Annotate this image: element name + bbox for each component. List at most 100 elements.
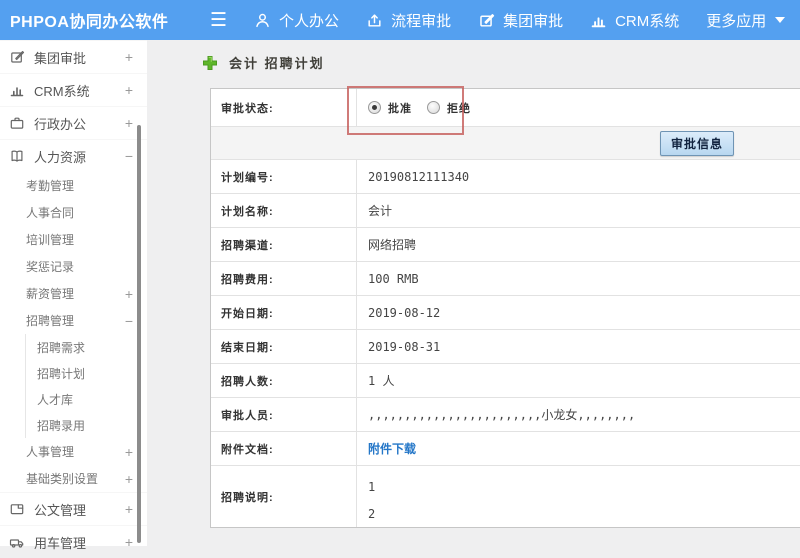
field-value: 100 RMB	[368, 271, 419, 286]
field-value: 20190812111340	[368, 169, 470, 184]
nav-label: 个人办公	[279, 12, 340, 30]
radio-approve[interactable]	[368, 101, 381, 114]
sidebar-item-label: 考勤管理	[26, 179, 75, 193]
sidebar-item-vehicle-mgmt[interactable]: 用车管理 +	[0, 525, 147, 558]
sidebar-scrollbar[interactable]	[137, 125, 141, 543]
page-header: 会计 招聘计划	[202, 53, 325, 72]
sidebar-item-label: 薪资管理	[26, 287, 75, 301]
sidebar-item-recruit-hire[interactable]: 招聘录用	[26, 412, 147, 438]
sidebar-item-training[interactable]: 培训管理	[0, 226, 147, 253]
nav-personal-office[interactable]: 个人办公	[254, 10, 339, 31]
field-value: 会计	[368, 204, 393, 218]
sidebar-item-rewards[interactable]: 奖惩记录	[0, 253, 147, 280]
table-row-end-date: 结束日期: 2019-08-31	[211, 330, 800, 364]
sidebar-item-label: 培训管理	[26, 233, 75, 247]
field-value: 网络招聘	[368, 238, 417, 252]
topbar: PHPOA协同办公软件 ☰ 个人办公 流程审批 集团审批 CRM系统 更多应用	[0, 0, 800, 40]
radio-reject[interactable]	[427, 101, 440, 114]
caret-down-icon	[775, 17, 786, 23]
sidebar-item-attendance[interactable]: 考勤管理	[0, 172, 147, 199]
edit-icon	[478, 12, 495, 29]
bar-chart-icon	[9, 82, 25, 98]
briefcase-icon	[9, 115, 25, 131]
approval-info-button[interactable]: 审批信息	[659, 130, 734, 156]
field-label: 附件文档:	[211, 432, 357, 465]
field-label: 计划名称:	[211, 194, 357, 227]
field-value: 2019-08-12	[368, 305, 441, 320]
attachment-download-link[interactable]: 附件下载	[368, 440, 416, 457]
sidebar-item-crm[interactable]: CRM系统 +	[0, 73, 147, 106]
collapse-icon[interactable]: −	[125, 148, 133, 164]
edit-square-icon	[9, 49, 25, 65]
sidebar-item-salary[interactable]: 薪资管理 +	[0, 280, 147, 307]
table-row-headcount: 招聘人数: 1 人	[211, 364, 800, 398]
page-title: 会计 招聘计划	[229, 56, 325, 71]
radio-reject-label: 拒绝	[447, 102, 471, 115]
expand-icon[interactable]: +	[125, 115, 133, 131]
field-label: 招聘费用:	[211, 262, 357, 295]
sidebar-item-admin-office[interactable]: 行政办公 +	[0, 106, 147, 139]
sidebar-item-hr-contract[interactable]: 人事合同	[0, 199, 147, 226]
approval-button-row: 审批信息	[211, 127, 800, 160]
nav-process-approval[interactable]: 流程审批	[366, 10, 451, 31]
sidebar-item-label: 用车管理	[34, 535, 87, 551]
sidebar-subgroup-recruit: 招聘需求 招聘计划 人才库 招聘录用	[25, 334, 147, 438]
field-value: ,,,,,,,,,,,,,,,,,,,,,,,,小龙女,,,,,,,,	[368, 408, 636, 422]
hamburger-menu-icon[interactable]: ☰	[210, 11, 227, 30]
expand-icon[interactable]: +	[125, 49, 133, 65]
sidebar-item-personnel-mgmt[interactable]: 人事管理 +	[0, 438, 147, 465]
process-icon	[366, 12, 383, 29]
document-icon	[9, 501, 25, 517]
sidebar-item-recruit-plan[interactable]: 招聘计划	[26, 360, 147, 386]
sidebar-item-base-category[interactable]: 基础类别设置 +	[0, 465, 147, 492]
field-label: 招聘说明:	[211, 466, 357, 527]
sidebar-item-talent-pool[interactable]: 人才库	[26, 386, 147, 412]
field-label: 招聘渠道:	[211, 228, 357, 261]
field-value: 1 人	[368, 374, 395, 388]
nav-group-approval[interactable]: 集团审批	[478, 10, 563, 31]
sidebar-item-label: 招聘计划	[37, 366, 86, 381]
user-icon	[254, 12, 271, 29]
nav-label: CRM系统	[615, 12, 680, 30]
bar-chart-icon	[590, 12, 607, 29]
radio-approve-label: 批准	[388, 102, 412, 115]
expand-icon[interactable]: +	[125, 82, 133, 98]
field-value: 1 2	[368, 480, 376, 521]
approval-status-row: 审批状态: 批准 拒绝	[211, 86, 800, 135]
sidebar-item-recruit-mgmt[interactable]: 招聘管理 −	[0, 307, 147, 334]
main-content: 会计 招聘计划 审批状态: 批准 拒绝 审批信息 计划编号: 201908121…	[147, 40, 800, 546]
expand-icon[interactable]: +	[125, 286, 133, 302]
nav-crm-system[interactable]: CRM系统	[590, 10, 679, 31]
table-row-description: 招聘说明: 1 2	[211, 466, 800, 527]
book-icon	[9, 148, 25, 164]
table-row-plan-name: 计划名称: 会计	[211, 194, 800, 228]
table-row-plan-number: 计划编号: 20190812111340	[211, 160, 800, 194]
nav-label: 流程审批	[391, 12, 452, 30]
sidebar-item-label: CRM系统	[34, 83, 90, 99]
sidebar-item-label: 招聘录用	[37, 418, 86, 433]
sidebar-item-label: 人才库	[37, 392, 74, 407]
sidebar-item-label: 奖惩记录	[26, 260, 75, 274]
sidebar-item-human-resources[interactable]: 人力资源 −	[0, 139, 147, 172]
expand-icon[interactable]: +	[125, 534, 133, 550]
sidebar-item-label: 人力资源	[34, 149, 87, 165]
expand-icon[interactable]: +	[125, 471, 133, 487]
sidebar-item-recruit-demand[interactable]: 招聘需求	[26, 334, 147, 360]
sidebar-item-label: 招聘管理	[26, 314, 75, 328]
nav-label: 集团审批	[503, 12, 564, 30]
collapse-icon[interactable]: −	[125, 313, 133, 329]
expand-icon[interactable]: +	[125, 501, 133, 517]
approval-options: 批准 拒绝	[357, 89, 800, 126]
field-label: 开始日期:	[211, 296, 357, 329]
field-label: 计划编号:	[211, 160, 357, 193]
field-label: 审批状态:	[211, 89, 357, 126]
nav-more-apps[interactable]: 更多应用	[706, 10, 786, 31]
field-label: 审批人员:	[211, 398, 357, 431]
table-row-attachment: 附件文档: 附件下载	[211, 432, 800, 466]
table-row-channel: 招聘渠道: 网络招聘	[211, 228, 800, 262]
sidebar-item-label: 行政办公	[34, 116, 87, 132]
sidebar-item-label: 招聘需求	[37, 340, 86, 355]
sidebar-item-group-approval[interactable]: 集团审批 +	[0, 40, 147, 73]
expand-icon[interactable]: +	[125, 444, 133, 460]
sidebar-item-official-docs[interactable]: 公文管理 +	[0, 492, 147, 525]
